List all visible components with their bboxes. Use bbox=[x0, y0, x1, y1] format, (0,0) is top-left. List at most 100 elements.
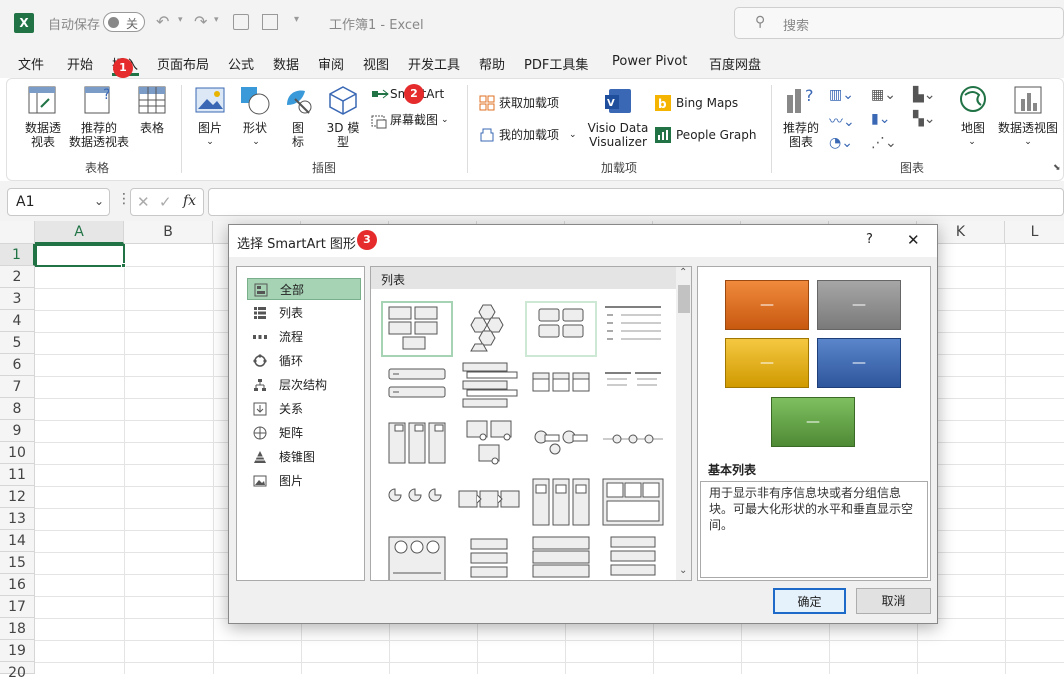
maps-button[interactable]: 地图 bbox=[955, 121, 991, 135]
scroll-down-icon[interactable]: ⌄ bbox=[679, 565, 687, 576]
row-header[interactable]: 17 bbox=[0, 596, 35, 618]
layout-picture-caption-list[interactable] bbox=[453, 417, 525, 473]
bing-maps-button[interactable]: Bing Maps bbox=[676, 96, 738, 110]
waterfall-chart-icon[interactable]: ▙⌄ bbox=[913, 87, 936, 103]
row-header[interactable]: 6 bbox=[0, 354, 35, 376]
row-header[interactable]: 18 bbox=[0, 618, 35, 640]
pictures-dropdown-icon[interactable]: ⌄ bbox=[205, 135, 215, 149]
pictures-button[interactable]: 图片 bbox=[193, 121, 227, 135]
category-process[interactable]: 流程 bbox=[247, 326, 361, 348]
layout-alternating-hexagons[interactable] bbox=[525, 301, 597, 357]
pivot-table-button[interactable]: 数据透 视表 bbox=[21, 121, 65, 149]
row-header[interactable]: 7 bbox=[0, 376, 35, 398]
category-pyramid[interactable]: 棱锥图 bbox=[247, 446, 361, 468]
layout-table-list[interactable] bbox=[525, 533, 597, 581]
tab-view[interactable]: 视图 bbox=[363, 54, 389, 73]
scroll-thumb[interactable] bbox=[678, 285, 690, 313]
tab-formulas[interactable]: 公式 bbox=[228, 54, 254, 73]
pivot-chart-dropdown-icon[interactable]: ⌄ bbox=[1023, 135, 1033, 149]
layout-basic-list[interactable] bbox=[381, 301, 453, 357]
save-icon[interactable] bbox=[233, 14, 249, 30]
tab-power-pivot[interactable]: Power Pivot bbox=[612, 54, 687, 69]
category-all[interactable]: 全部 bbox=[247, 278, 361, 300]
cancel-entry-icon[interactable]: ✕ bbox=[137, 193, 150, 211]
charts-dialog-launcher-icon[interactable]: ⬊ bbox=[1053, 163, 1061, 173]
category-matrix[interactable]: 矩阵 bbox=[247, 422, 361, 444]
layout-circle-line-list[interactable] bbox=[597, 417, 669, 473]
layout-vertical-bullet-list[interactable] bbox=[381, 359, 453, 415]
row-header[interactable]: 13 bbox=[0, 508, 35, 530]
name-box[interactable]: A1 ⌄ bbox=[7, 188, 110, 216]
tab-help[interactable]: 帮助 bbox=[479, 54, 505, 73]
models-3d-button[interactable]: 3D 模 型 bbox=[323, 121, 363, 149]
tab-review[interactable]: 审阅 bbox=[318, 54, 344, 73]
layout-hexagon-cluster[interactable] bbox=[453, 301, 525, 357]
column-header[interactable]: L bbox=[1005, 221, 1064, 244]
column-header[interactable]: B bbox=[124, 221, 213, 244]
get-addins-button[interactable]: 获取加载项 bbox=[499, 96, 559, 110]
screenshot-button[interactable]: 屏幕截图 bbox=[390, 113, 438, 127]
row-header[interactable]: 2 bbox=[0, 266, 35, 288]
insert-function-icon[interactable]: fx bbox=[183, 193, 196, 209]
row-header[interactable]: 11 bbox=[0, 464, 35, 486]
row-header[interactable]: 20 bbox=[0, 662, 35, 681]
tab-file[interactable]: 文件 bbox=[18, 54, 44, 73]
row-header[interactable]: 19 bbox=[0, 640, 35, 662]
tab-developer[interactable]: 开发工具 bbox=[408, 54, 460, 73]
layout-square-accent-list[interactable] bbox=[597, 359, 669, 415]
row-header[interactable]: 4 bbox=[0, 310, 35, 332]
close-icon[interactable]: ✕ bbox=[907, 231, 920, 249]
customize-qat-icon[interactable]: ▾ bbox=[294, 14, 299, 25]
search-box[interactable]: ⚲ 搜索 bbox=[734, 7, 1064, 39]
row-header[interactable]: 10 bbox=[0, 442, 35, 464]
maps-dropdown-icon[interactable]: ⌄ bbox=[967, 135, 977, 149]
layout-vertical-box-list[interactable] bbox=[453, 359, 525, 415]
row-header[interactable]: 12 bbox=[0, 486, 35, 508]
layout-lined-list[interactable] bbox=[597, 301, 669, 357]
undo-icon[interactable]: ↶ bbox=[156, 12, 169, 31]
combo-chart-icon[interactable]: ▚⌄ bbox=[913, 111, 936, 127]
column-chart-icon[interactable]: ▥⌄ bbox=[829, 87, 854, 103]
shapes-button[interactable]: 形状 bbox=[237, 121, 273, 135]
gallery-scrollbar[interactable]: ⌃ ⌄ bbox=[676, 267, 691, 580]
category-hierarchy[interactable]: 层次结构 bbox=[247, 374, 361, 396]
row-header[interactable]: 3 bbox=[0, 288, 35, 310]
people-graph-button[interactable]: People Graph bbox=[676, 128, 757, 142]
active-cell-a1[interactable] bbox=[35, 244, 125, 267]
layout-stacked-list[interactable] bbox=[381, 417, 453, 473]
name-box-dropdown-icon[interactable]: ⌄ bbox=[94, 194, 104, 208]
form-icon[interactable] bbox=[262, 14, 278, 30]
shapes-dropdown-icon[interactable]: ⌄ bbox=[251, 135, 261, 149]
category-relationship[interactable]: 关系 bbox=[247, 398, 361, 420]
pie-chart-icon[interactable]: ◔⌄ bbox=[829, 135, 853, 151]
layout-tab-list[interactable] bbox=[525, 475, 597, 531]
layout-pie-accent-list[interactable] bbox=[381, 475, 453, 531]
screenshot-dropdown-icon[interactable]: ⌄ bbox=[441, 113, 449, 127]
row-header[interactable]: 1 bbox=[0, 244, 35, 266]
hierarchy-chart-icon[interactable]: ▦⌄ bbox=[871, 87, 896, 103]
column-header[interactable]: A bbox=[35, 221, 124, 244]
layout-picture-accent-list[interactable] bbox=[381, 533, 453, 581]
recommended-charts-button[interactable]: 推荐的 图表 bbox=[779, 121, 823, 149]
table-button[interactable]: 表格 bbox=[133, 121, 171, 135]
autosave-toggle[interactable]: 关 bbox=[103, 12, 145, 32]
layout-trapezoid-list[interactable] bbox=[453, 533, 525, 581]
confirm-entry-icon[interactable]: ✓ bbox=[159, 193, 172, 211]
line-chart-icon[interactable]: 〰⌄ bbox=[829, 111, 855, 131]
row-header[interactable]: 14 bbox=[0, 530, 35, 552]
formula-bar-dots-icon[interactable]: ⋮ bbox=[117, 191, 131, 207]
tab-pdf-tools[interactable]: PDF工具集 bbox=[524, 54, 588, 73]
formula-input[interactable] bbox=[208, 188, 1064, 216]
scroll-up-icon[interactable]: ⌃ bbox=[679, 267, 687, 278]
tab-home[interactable]: 开始 bbox=[67, 54, 93, 73]
category-picture[interactable]: 图片 bbox=[247, 470, 361, 492]
scatter-chart-icon[interactable]: ⋰⌄ bbox=[871, 135, 897, 151]
row-header[interactable]: 15 bbox=[0, 552, 35, 574]
category-list-type[interactable]: 列表 bbox=[247, 302, 361, 324]
layout-horizontal-bullet-list[interactable] bbox=[525, 359, 597, 415]
my-addins-dropdown-icon[interactable]: ⌄ bbox=[569, 128, 577, 142]
redo-dropdown-icon[interactable]: ▾ bbox=[214, 15, 219, 25]
ok-button[interactable]: 确定 bbox=[773, 588, 846, 614]
tab-baidu-netdisk[interactable]: 百度网盘 bbox=[709, 54, 761, 73]
row-header[interactable]: 9 bbox=[0, 420, 35, 442]
